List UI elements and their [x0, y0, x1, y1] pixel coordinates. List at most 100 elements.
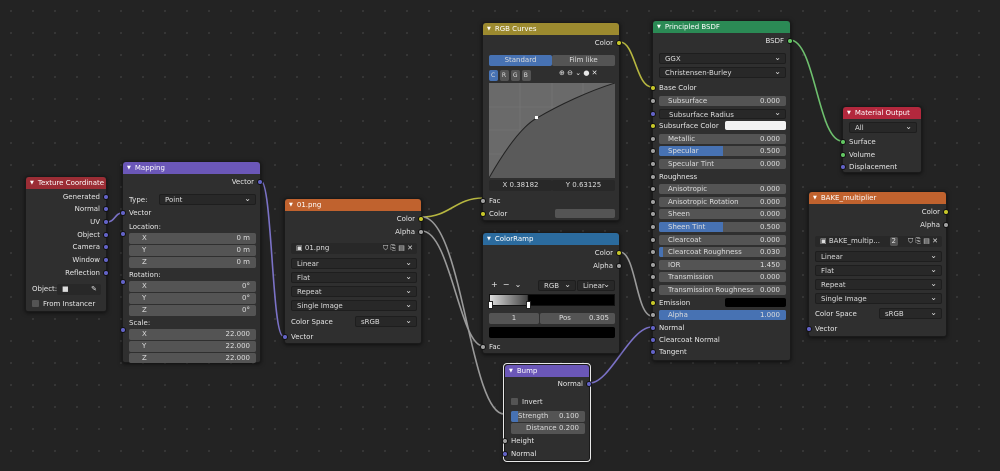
socket-dot[interactable] [650, 198, 656, 205]
extension-dropdown[interactable]: Repeat [815, 279, 942, 290]
input-slider[interactable]: Transmission Roughness 0.000 [659, 285, 786, 295]
from-instancer-checkbox[interactable]: From Instancer [26, 298, 106, 310]
curve-graph[interactable] [489, 83, 615, 178]
collapse-icon[interactable]: ▼ [509, 368, 513, 374]
socket-dot[interactable] [650, 211, 656, 218]
scale-y-field[interactable]: Y 22.000 [129, 341, 256, 352]
input-slider[interactable]: Specular 0.500 [659, 146, 786, 157]
channel-g-button[interactable]: G [510, 70, 520, 81]
tab-standard[interactable]: Standard [489, 55, 552, 66]
socket-dot[interactable] [120, 327, 126, 333]
socket-dot[interactable] [502, 438, 508, 444]
invert-checkbox[interactable]: Invert [505, 396, 589, 408]
socket-dot[interactable] [650, 236, 656, 243]
input-slider[interactable]: Anisotropic 0.000 [659, 184, 786, 195]
socket-dot[interactable] [650, 274, 656, 281]
scale-z-field[interactable]: Z 22.000 [129, 353, 256, 363]
principled-bsdf-node[interactable]: ▼Principled BSDF BSDF GGX Christensen-Bu… [650, 20, 793, 361]
distance-field[interactable]: Distance 0.200 [511, 423, 585, 434]
delete-point-icon[interactable]: ✕ [592, 69, 598, 77]
socket-dot[interactable] [650, 337, 656, 343]
collapse-icon[interactable]: ▼ [657, 24, 661, 30]
distribution-dropdown[interactable]: GGX [659, 53, 786, 64]
bump-node[interactable]: ▼ Bump Normal Invert Strength 0.100 Distan… [502, 363, 592, 462]
node-header[interactable]: ▼ Mapping [123, 162, 260, 174]
image-actions-icons[interactable]: ⛉ ⎘ ▤ ✕ [908, 236, 938, 247]
strength-field[interactable]: Strength 0.100 [511, 411, 585, 422]
gradient-bar[interactable] [489, 294, 615, 306]
input-slider[interactable]: Transmission 0.000 [659, 272, 786, 283]
color-space-dropdown[interactable]: sRGB [879, 308, 942, 319]
socket-dot[interactable] [120, 210, 126, 216]
node-header[interactable]: ▼ RGB Curves [483, 23, 619, 35]
color-mode-dropdown[interactable]: RGB [538, 280, 576, 291]
socket-dot[interactable] [650, 123, 656, 130]
node-header[interactable]: ▼ 01.png [285, 199, 421, 211]
color-swatch[interactable] [725, 297, 786, 307]
rotation-y-field[interactable]: Y 0° [129, 293, 256, 304]
input-dropdown[interactable]: Subsurface Radius [659, 108, 786, 119]
node-header[interactable]: ▼ BAKE_multiplier [809, 192, 946, 204]
ramp-stop-0[interactable] [488, 301, 493, 309]
rgb-curves-node[interactable]: ▼ RGB Curves Color Standard Film like C R… [480, 22, 622, 221]
material-output-node[interactable]: ▼Material Output All Surface Volume Disp… [840, 106, 922, 173]
collapse-icon[interactable]: ▼ [487, 26, 491, 32]
socket-dot[interactable] [650, 299, 656, 306]
input-slider[interactable]: Alpha 1.000 [659, 310, 786, 321]
remove-stop-icon[interactable]: − [503, 280, 510, 289]
socket-dot[interactable] [650, 261, 656, 268]
socket-dot[interactable] [502, 451, 508, 457]
socket-dot[interactable] [787, 38, 793, 44]
zoom-in-icon[interactable]: ⊕ [559, 69, 565, 77]
texture-coordinate-node[interactable]: ▼ Texture Coordinate Generated Normal UV … [25, 176, 109, 312]
socket-dot[interactable] [650, 148, 656, 155]
extension-dropdown[interactable]: Repeat [291, 286, 417, 297]
ramp-stop-1[interactable] [526, 301, 531, 309]
color-ramp-node[interactable]: ▼ColorRamp Color Alpha + − ⌄ RGB Linear … [480, 232, 622, 354]
location-x-field[interactable]: X0 m [129, 233, 256, 244]
clip-icon[interactable]: ● [583, 69, 589, 77]
rotation-x-field[interactable]: X 0° [129, 281, 256, 292]
socket-dot[interactable] [650, 85, 656, 91]
socket-dot[interactable] [120, 231, 126, 237]
color-space-dropdown[interactable]: sRGB [355, 316, 417, 327]
color-swatch[interactable] [725, 121, 786, 131]
color-in-swatch[interactable] [555, 209, 615, 218]
socket-dot[interactable] [650, 312, 656, 319]
type-dropdown[interactable]: Point [159, 194, 256, 205]
socket-dot[interactable] [840, 152, 846, 158]
location-y-field[interactable]: Y0 m [129, 245, 256, 256]
source-dropdown[interactable]: Single Image [815, 293, 942, 304]
socket-dot[interactable] [650, 110, 656, 117]
socket-dot[interactable] [650, 173, 656, 180]
rotation-z-field[interactable]: Z 0° [129, 305, 256, 316]
socket-dot[interactable] [103, 257, 109, 263]
tab-film-like[interactable]: Film like [552, 55, 615, 66]
socket-dot[interactable] [103, 194, 109, 200]
interpolation-dropdown[interactable]: Linear [291, 258, 417, 269]
eyedropper-icon[interactable]: ✎ [91, 284, 97, 295]
channel-c-button[interactable]: C [489, 70, 498, 81]
socket-dot[interactable] [103, 232, 109, 238]
node-header[interactable]: ▼ Principled BSDF [653, 21, 790, 33]
input-slider[interactable]: Clearcoat 0.000 [659, 234, 786, 245]
socket-dot[interactable] [616, 40, 622, 46]
socket-dot[interactable] [650, 98, 656, 104]
add-stop-icon[interactable]: + [491, 280, 498, 289]
socket-dot[interactable] [840, 139, 846, 145]
socket-dot[interactable] [120, 279, 126, 285]
socket-dot[interactable] [480, 344, 486, 350]
channel-r-button[interactable]: R [499, 70, 509, 81]
socket-dot[interactable] [586, 381, 592, 387]
chevron-down-icon[interactable]: ⌄ [515, 280, 522, 289]
socket-dot[interactable] [650, 135, 656, 142]
stop-index-field[interactable]: 1 [489, 313, 539, 324]
socket-dot[interactable] [650, 349, 656, 355]
channel-b-button[interactable]: B [521, 70, 531, 81]
socket-dot[interactable] [616, 250, 622, 256]
input-slider[interactable]: IOR 1.450 [659, 259, 786, 270]
socket-dot[interactable] [650, 249, 656, 256]
input-slider[interactable]: Metallic 0.000 [659, 133, 786, 144]
input-slider[interactable]: Specular Tint 0.000 [659, 159, 786, 169]
stop-color-swatch[interactable] [489, 327, 615, 338]
